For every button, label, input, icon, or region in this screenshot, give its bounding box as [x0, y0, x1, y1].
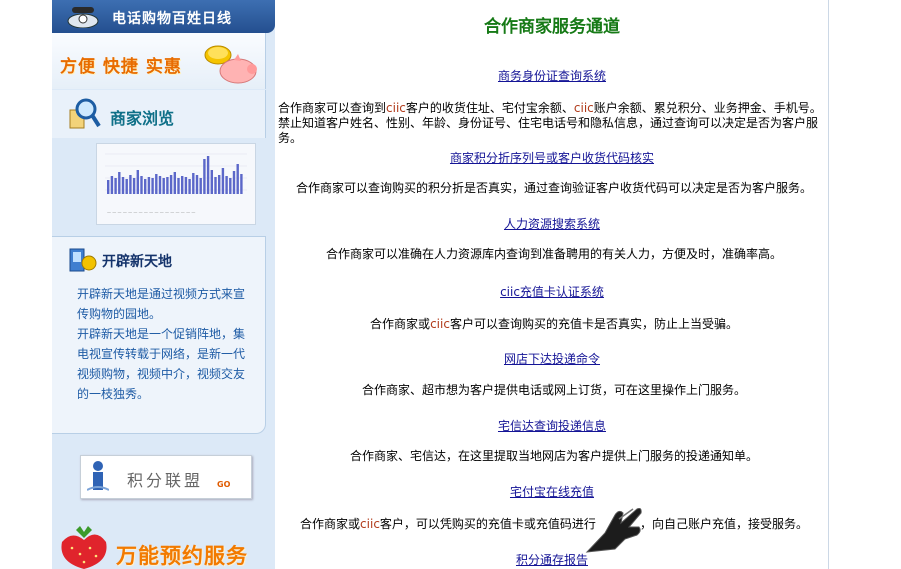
- thumbnail-bar: [140, 176, 143, 194]
- service-desc-id-query: 合作商家可以查询到ciic客户的收货住址、宅付宝余额、ciic账户余额、累兑积分…: [278, 101, 830, 146]
- thumbnail-bar: [236, 164, 239, 194]
- coin-pig-icon: [204, 45, 257, 84]
- desc-text: 客户，可以凭购买的充值卡或充值码进行: [379, 517, 596, 531]
- thumbnail-bar: [232, 171, 236, 194]
- thumbnail-bar: [173, 172, 176, 194]
- service-link-delivery-query[interactable]: 宅信达查询投递信息: [276, 417, 828, 434]
- desc-text: 合作商家可以查询到: [278, 101, 387, 115]
- thumbnail-bar: [158, 176, 162, 194]
- thumbnail-bar: [114, 178, 117, 194]
- thumbnail-bar: [203, 159, 206, 194]
- desc-text: 合作商家或: [370, 317, 431, 331]
- new-territory-para-2: 开辟新天地是一个促销阵地，集电视宣传转载于网络，是新一代视频购物，视频中介，视频…: [77, 327, 246, 401]
- service-link-delivery-order[interactable]: 网店下达投递命令: [276, 350, 828, 367]
- magnifier-icon: [69, 98, 101, 129]
- desc-text: 客户可以查询购买的充值卡是否真实，防止上当受骗。: [449, 317, 738, 331]
- pointer-hand-icon: [585, 508, 642, 553]
- service-desc-points-verify: 合作商家可以查询购买的积分折是否真实，通过查询验证客户收货代码可以决定是否为客户…: [295, 181, 812, 195]
- phone-icon: [67, 7, 99, 28]
- thumbnail-bar: [206, 156, 210, 194]
- desc-text: 客户的收货住址、宅付宝余额、: [405, 101, 574, 115]
- ciic-text: ciic: [386, 101, 406, 115]
- slogan-banner: 方便 快捷 实惠: [52, 33, 266, 89]
- thumbnail-bar: [155, 174, 158, 194]
- merchant-chart-thumbnail[interactable]: — — — — — — — — — — — — — — — — —: [96, 143, 256, 225]
- thumbnail-bar: [147, 177, 151, 194]
- service-desc-delivery-order: 合作商家、超市想为客户提供电话或网上订货，可在这里操作上门服务。: [361, 383, 746, 397]
- points-alliance-text: 积分联盟: [127, 471, 204, 490]
- service-link-points-verify[interactable]: 商家积分折序列号或客户收货代码核实: [276, 149, 828, 166]
- desc-text: 合作商家或: [300, 517, 361, 531]
- service-desc-hr-search: 合作商家可以准确在人力资源库内查询到准备聘用的有关人力，方便及时，准确率高。: [325, 247, 782, 261]
- thumbnail-bar: [195, 175, 199, 194]
- go-label: GO: [217, 480, 231, 489]
- svg-text:— — — — — — — — — — — — — — —: — — — — — — — — — — — — — — — — —: [107, 210, 195, 215]
- new-territory-text: 开辟新天地是通过视频方式来宣传购物的园地。 开辟新天地是一个促销阵地，集电视宣传…: [77, 284, 253, 404]
- thumbnail-bar: [162, 178, 165, 194]
- thumbnail-bar: [151, 178, 154, 194]
- thumbnail-bar: [129, 175, 132, 194]
- thumbnail-bar: [136, 170, 139, 194]
- thumbnail-bar: [214, 177, 217, 194]
- page-title: 合作商家服务通道: [484, 17, 620, 37]
- hotline-text: 电话购物百姓日线: [112, 11, 232, 27]
- thumbnail-bar: [199, 178, 202, 194]
- thumbnail-bar: [221, 168, 225, 194]
- slogan-text: 方便 快捷 实惠: [60, 57, 182, 77]
- thumbnail-bar: [225, 176, 228, 194]
- ciic-text: ciic: [573, 101, 594, 115]
- thumbnail-bar: [166, 177, 169, 194]
- thumbnail-bar: [192, 173, 195, 194]
- thumbnail-bar: [125, 179, 128, 194]
- newland-icon: [69, 248, 97, 272]
- points-alliance-banner[interactable]: 积分联盟 GO: [80, 455, 252, 499]
- ciic-text: ciic: [430, 317, 450, 331]
- ciic-text: ciic: [360, 517, 380, 531]
- main-content: 合作商家服务通道 商务身份证查询系统 合作商家可以查询到ciic客户的收货住址、…: [276, 0, 829, 569]
- person-icon: [87, 461, 109, 491]
- thumbnail-bar: [177, 178, 180, 194]
- thumbnail-bar: [240, 174, 243, 194]
- service-desc-online-topup: 合作商家或ciic客户，可以凭购买的充值卡或充值码进行 ，向自己账户充值，接受服务…: [278, 517, 830, 532]
- thumbnail-bar: [210, 170, 213, 194]
- thumbnail-bar: [121, 177, 125, 194]
- service-link-online-topup[interactable]: 宅付宝在线充值: [276, 483, 828, 500]
- booking-service-text: 万能预约服务: [116, 544, 248, 568]
- thumbnail-bar: [107, 180, 110, 194]
- booking-service-banner[interactable]: 万能预约服务: [52, 518, 275, 569]
- merchant-browse-title: 商家浏览: [110, 109, 175, 128]
- thumbnail-bar: [181, 176, 184, 194]
- thumbnail-bar: [118, 172, 121, 194]
- strawberry-icon: [61, 526, 107, 569]
- thumbnail-bar: [132, 178, 136, 194]
- merchant-browse-header[interactable]: 商家浏览: [52, 90, 266, 138]
- sidebar: 电话购物百姓日线 方便 快捷 实惠 商家浏览 — — — — — — — — —…: [52, 0, 275, 569]
- desc-text: ，向自己账户充值，接受服务。: [639, 517, 808, 531]
- hotline-banner[interactable]: 电话购物百姓日线: [52, 0, 275, 33]
- thumbnail-bar: [144, 179, 147, 194]
- service-link-card-auth[interactable]: ciic充值卡认证系统: [276, 283, 828, 300]
- service-link-id-query[interactable]: 商务身份证查询系统: [276, 67, 828, 84]
- service-link-points-report[interactable]: 积分通存报告: [276, 551, 828, 568]
- service-link-hr-search[interactable]: 人力资源搜索系统: [276, 215, 828, 232]
- new-territory-panel: 开辟新天地 开辟新天地是通过视频方式来宣传购物的园地。 开辟新天地是一个促销阵地…: [52, 236, 266, 434]
- thumbnail-bar: [169, 175, 173, 194]
- thumbnail-bar: [229, 178, 232, 194]
- thumbnail-bar: [110, 176, 114, 194]
- new-territory-title: 开辟新天地: [102, 254, 172, 270]
- service-desc-delivery-query: 合作商家、宅信达，在这里提取当地网店为客户提供上门服务的投递通知单。: [349, 449, 758, 463]
- thumbnail-bars: — — — — — — — — — — — — — — — — —: [97, 144, 255, 224]
- thumbnail-bar: [184, 177, 188, 194]
- thumbnail-bar: [218, 175, 221, 194]
- thumbnail-bar: [188, 179, 191, 194]
- new-territory-para-1: 开辟新天地是通过视频方式来宣传购物的园地。: [77, 287, 246, 321]
- service-desc-card-auth: 合作商家或ciic客户可以查询购买的充值卡是否真实，防止上当受骗。: [278, 317, 830, 332]
